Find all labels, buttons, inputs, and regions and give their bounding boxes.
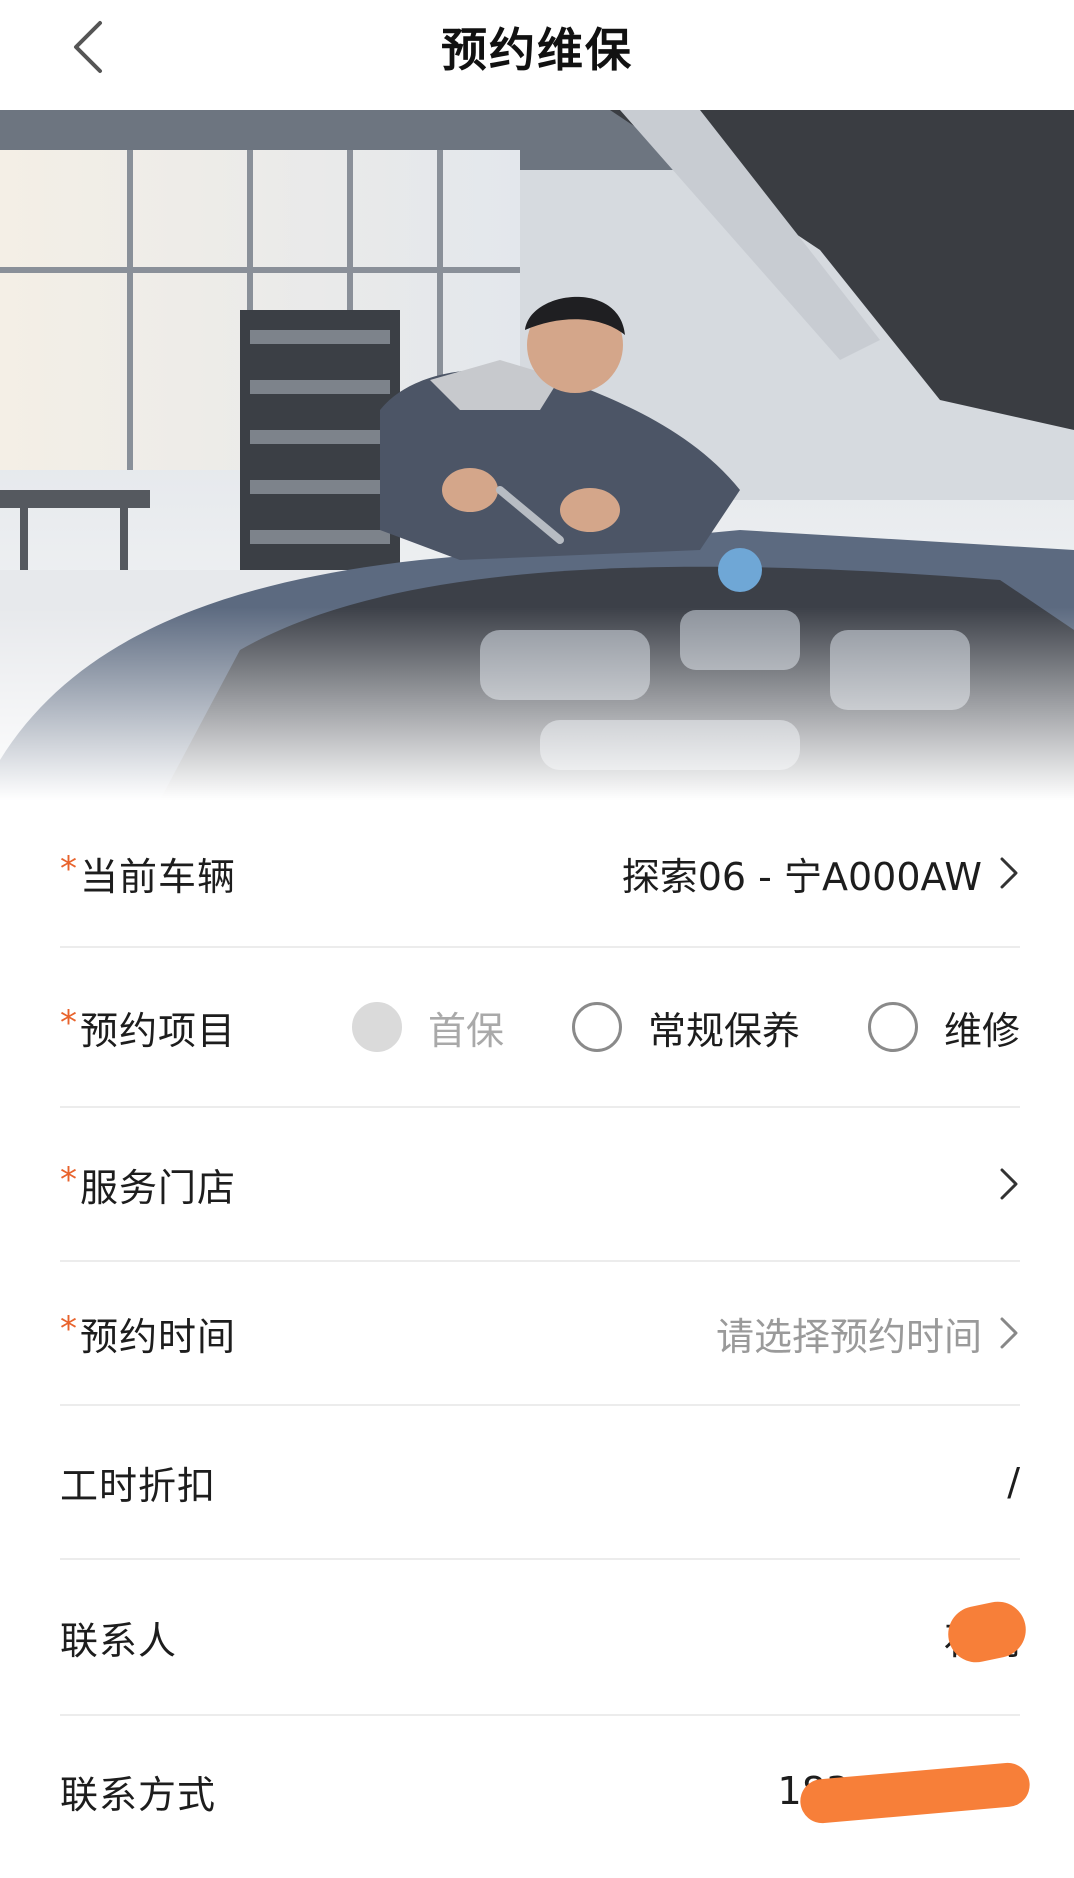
vehicle-row[interactable]: * 当前车辆 探索06 - 宁A000AW — [60, 800, 1020, 948]
chevron-right-icon — [998, 1166, 1020, 1202]
page-title: 预约维保 — [441, 23, 633, 77]
store-value-wrap — [982, 1166, 1020, 1202]
time-label: * 预约时间 — [60, 1306, 236, 1361]
chevron-right-icon — [998, 1315, 1020, 1351]
discount-label: 工时折扣 — [60, 1463, 217, 1508]
required-mark: * — [60, 1003, 78, 1043]
booking-page: 预约维保 * 当前车辆 探索06 - 宁A000AW * 预约项目 首保 常规保… — [0, 0, 1074, 1878]
mechanic-illustration — [0, 110, 1074, 800]
project-row: * 预约项目 首保 常规保养 维修 — [60, 948, 1020, 1108]
contact-person-value-wrap: 石明 — [943, 1596, 1031, 1667]
chevron-right-icon — [998, 855, 1020, 891]
time-placeholder: 请选择预约时间 — [715, 1314, 982, 1359]
radio-circle — [571, 1002, 622, 1052]
project-label: * 预约项目 — [60, 1000, 236, 1055]
contact-person-row[interactable]: 联系人 石明 — [60, 1560, 1031, 1716]
nav-header: 预约维保 — [0, 0, 1074, 110]
vehicle-label: * 当前车辆 — [60, 846, 236, 901]
hero-image — [0, 110, 1074, 800]
project-radio-group: 首保 常规保养 维修 — [351, 1000, 1020, 1055]
time-row[interactable]: * 预约时间 请选择预约时间 — [60, 1262, 1020, 1406]
store-label: * 服务门店 — [60, 1157, 236, 1212]
store-row[interactable]: * 服务门店 — [60, 1108, 1020, 1262]
vehicle-label-text: 当前车辆 — [80, 854, 237, 899]
radio-circle — [351, 1002, 402, 1052]
required-mark: * — [60, 1160, 78, 1200]
radio-label: 维修 — [943, 1008, 1020, 1053]
contact-method-value-wrap: 183 — [777, 1761, 1032, 1825]
required-mark: * — [60, 1309, 78, 1349]
required-mark: * — [60, 849, 78, 889]
time-label-text: 预约时间 — [80, 1314, 237, 1359]
booking-form: * 当前车辆 探索06 - 宁A000AW * 预约项目 首保 常规保养 维修 … — [60, 800, 1032, 1866]
radio-repair[interactable]: 维修 — [867, 1000, 1020, 1055]
contact-method-row[interactable]: 联系方式 183 — [60, 1716, 1032, 1866]
radio-first-maintenance[interactable]: 首保 — [351, 1000, 504, 1055]
project-label-text: 预约项目 — [80, 1008, 237, 1053]
time-value-wrap: 请选择预约时间 — [716, 1306, 1020, 1361]
store-label-text: 服务门店 — [80, 1165, 237, 1210]
contact-person-label: 联系人 — [60, 1618, 178, 1663]
vehicle-value-wrap: 探索06 - 宁A000AW — [622, 846, 1020, 901]
radio-label: 首保 — [427, 1008, 504, 1053]
discount-row: 工时折扣 / — [60, 1406, 1020, 1560]
radio-circle — [867, 1002, 918, 1052]
discount-value: / — [1007, 1460, 1020, 1504]
vehicle-value: 探索06 - 宁A000AW — [621, 854, 982, 899]
contact-method-label: 联系方式 — [60, 1772, 217, 1817]
radio-label: 常规保养 — [647, 1008, 800, 1053]
radio-regular-maintenance[interactable]: 常规保养 — [571, 1000, 800, 1055]
